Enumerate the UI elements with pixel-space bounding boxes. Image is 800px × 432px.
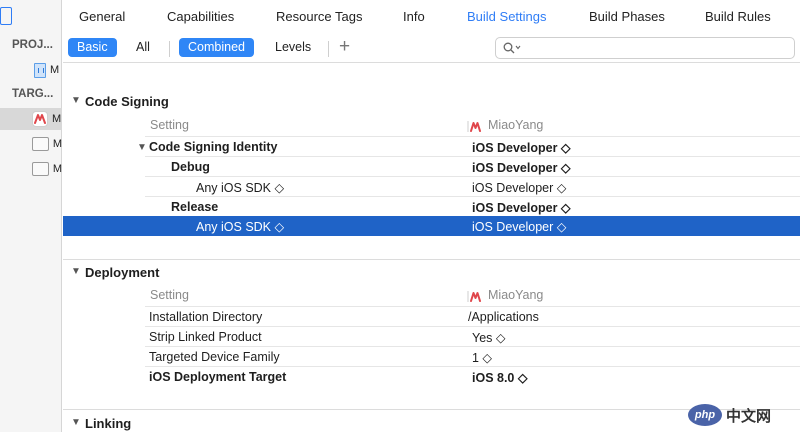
all-button[interactable]: All xyxy=(136,40,150,54)
search-icon xyxy=(503,42,523,57)
target-column-header: MiaoYang xyxy=(488,288,544,302)
setting-row[interactable]: Targeted Device Family 1 ◇ xyxy=(63,347,800,367)
target-item-label: M xyxy=(52,113,62,125)
project-item-label: M xyxy=(50,64,60,76)
tab-build-phases[interactable]: Build Phases xyxy=(589,9,665,24)
settings-filter-bar: Basic All Combined Levels + xyxy=(63,33,800,63)
setting-name[interactable]: Any iOS SDK ◇ xyxy=(196,180,284,195)
build-settings-table: ▼ Code Signing Setting MiaoYang ▼ Code S… xyxy=(63,63,800,432)
setting-row[interactable]: iOS Deployment Target iOS 8.0 ◇ xyxy=(63,367,800,387)
setting-row[interactable]: Installation Directory /Applications xyxy=(63,307,800,327)
setting-value[interactable]: 1 ◇ xyxy=(472,350,492,365)
target-icon xyxy=(467,290,481,305)
tab-capabilities[interactable]: Capabilities xyxy=(167,9,234,24)
watermark-text: 中文网 xyxy=(726,407,772,425)
php-logo: php xyxy=(688,404,722,426)
column-header-row: Setting MiaoYang xyxy=(63,283,800,307)
setting-value[interactable]: /Applications xyxy=(468,310,539,324)
setting-name: Debug xyxy=(171,160,210,174)
target-box-icon xyxy=(32,137,49,151)
section-deployment[interactable]: ▼ Deployment xyxy=(63,262,800,284)
setting-row[interactable]: ▼ Code Signing Identity iOS Developer ◇ xyxy=(63,137,800,157)
column-header-row: Setting MiaoYang xyxy=(63,113,800,137)
setting-row-selected[interactable]: Any iOS SDK ◇ iOS Developer ◇ xyxy=(63,216,800,236)
search-field[interactable] xyxy=(495,37,795,59)
setting-row[interactable]: Strip Linked Product Yes ◇ xyxy=(63,327,800,347)
combined-button[interactable]: Combined xyxy=(179,38,254,57)
add-setting-button[interactable]: + xyxy=(339,36,350,58)
setting-row[interactable]: Debug iOS Developer ◇ xyxy=(63,157,800,177)
setting-value[interactable]: iOS Developer ◇ xyxy=(472,140,571,155)
target-item-label: M xyxy=(52,163,62,175)
sidebar-toggle[interactable] xyxy=(0,7,12,25)
disclosure-triangle-icon[interactable]: ▼ xyxy=(71,266,81,277)
target-column-header: MiaoYang xyxy=(488,118,544,132)
setting-value[interactable]: iOS 8.0 ◇ xyxy=(472,370,527,385)
target-item[interactable]: M xyxy=(0,133,62,155)
basic-button[interactable]: Basic xyxy=(68,38,117,57)
project-item[interactable]: M xyxy=(0,59,62,81)
tab-resource-tags[interactable]: Resource Tags xyxy=(276,9,362,24)
section-divider xyxy=(63,259,800,260)
watermark: php 中文网 xyxy=(688,402,796,428)
section-title: Deployment xyxy=(85,265,160,280)
setting-row[interactable]: Any iOS SDK ◇ iOS Developer ◇ xyxy=(63,177,800,197)
setting-name[interactable]: Any iOS SDK ◇ xyxy=(196,219,284,234)
target-item[interactable]: M xyxy=(0,158,62,180)
setting-name: Release xyxy=(171,200,219,214)
tab-build-settings[interactable]: Build Settings xyxy=(467,9,547,24)
tab-general[interactable]: General xyxy=(79,9,125,24)
setting-value[interactable]: iOS Developer ◇ xyxy=(472,219,566,234)
filter-divider xyxy=(169,41,170,57)
project-navigator: PROJ... M TARG... M M M xyxy=(0,0,62,432)
setting-name: iOS Deployment Target xyxy=(149,370,287,384)
setting-name: Installation Directory xyxy=(149,310,263,324)
setting-value[interactable]: iOS Developer ◇ xyxy=(472,180,566,195)
setting-value[interactable]: Yes ◇ xyxy=(472,330,505,345)
setting-value[interactable]: iOS Developer ◇ xyxy=(472,160,571,175)
setting-column-header: Setting xyxy=(150,288,189,302)
tab-build-rules[interactable]: Build Rules xyxy=(705,9,771,24)
target-box-icon xyxy=(32,162,49,176)
section-code-signing[interactable]: ▼ Code Signing xyxy=(63,91,800,113)
editor-tab-bar: General Capabilities Resource Tags Info … xyxy=(63,0,800,33)
setting-row[interactable]: Release iOS Developer ◇ xyxy=(63,197,800,217)
filter-divider xyxy=(328,41,329,57)
target-app-icon xyxy=(32,111,48,127)
levels-button[interactable]: Levels xyxy=(275,40,311,54)
app-project-icon xyxy=(34,62,46,78)
disclosure-triangle-icon[interactable]: ▼ xyxy=(137,142,147,153)
setting-name: Code Signing Identity xyxy=(149,140,278,154)
setting-column-header: Setting xyxy=(150,118,189,132)
disclosure-triangle-icon[interactable]: ▼ xyxy=(71,417,81,428)
target-item[interactable]: M xyxy=(0,108,62,130)
targets-section-header: TARG... xyxy=(12,88,54,100)
section-title: Code Signing xyxy=(85,94,169,109)
setting-value[interactable]: iOS Developer ◇ xyxy=(472,200,571,215)
tab-info[interactable]: Info xyxy=(403,9,425,24)
disclosure-triangle-icon[interactable]: ▼ xyxy=(71,95,81,106)
target-item-label: M xyxy=(52,138,62,150)
section-title: Linking xyxy=(85,416,132,431)
setting-name: Strip Linked Product xyxy=(149,330,262,344)
project-section-header: PROJ... xyxy=(12,39,53,51)
setting-name: Targeted Device Family xyxy=(149,350,280,364)
target-icon xyxy=(467,120,481,135)
